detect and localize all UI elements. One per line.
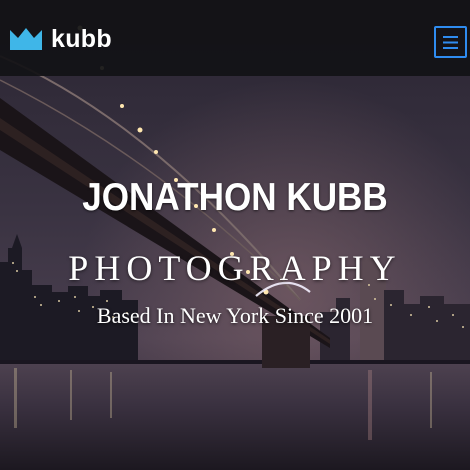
hamburger-menu-icon	[443, 35, 458, 49]
brand-name: kubb	[51, 25, 112, 53]
menu-toggle-button[interactable]	[434, 26, 467, 58]
page: kubb JONATHON KUBB PHOTOGRAPHY Based In …	[0, 0, 470, 470]
hero-subtitle: PHOTOGRAPHY	[68, 248, 402, 288]
top-navbar: kubb	[0, 0, 470, 76]
brand-logo-link[interactable]: kubb	[10, 22, 112, 56]
hero-tagline: Based In New York Since 2001	[96, 303, 374, 328]
crown-icon	[10, 28, 42, 50]
hero-title: JONATHON KUBB	[82, 176, 388, 219]
